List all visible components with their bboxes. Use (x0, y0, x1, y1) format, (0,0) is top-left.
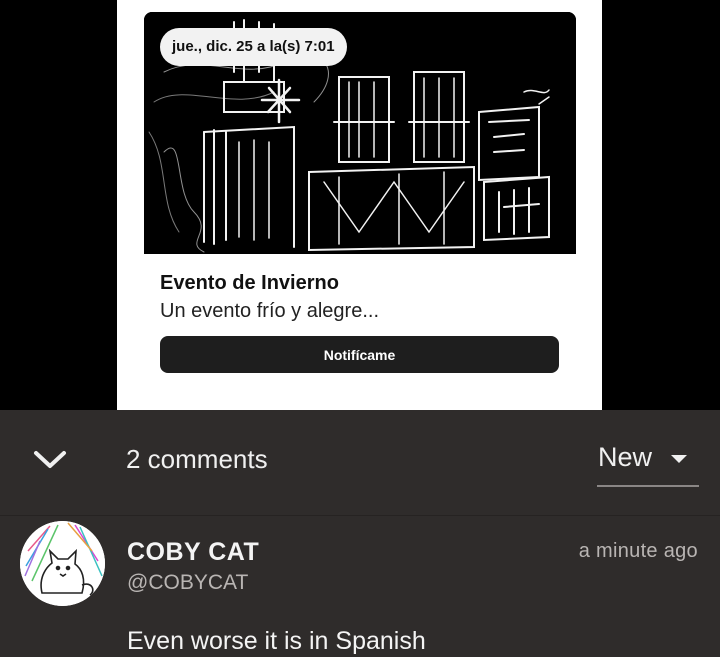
collapse-comments-button[interactable] (30, 442, 70, 478)
comments-sheet: 2 comments New COBY CAT @COBYCAT a minut… (0, 410, 720, 657)
avatar[interactable] (20, 521, 105, 606)
sort-select-label: New (598, 442, 653, 472)
comment-handle[interactable]: @COBYCAT (127, 571, 248, 595)
comment-item: COBY CAT @COBYCAT a minute ago Even wors… (0, 515, 720, 657)
event-date-badge: jue., dic. 25 a la(s) 7:01 (160, 28, 347, 66)
comment-author[interactable]: COBY CAT (127, 538, 259, 567)
comments-count: 2 comments (126, 444, 268, 474)
event-subtitle: Un evento frío y alegre... (160, 300, 380, 322)
event-title: Evento de Invierno (160, 272, 339, 294)
cat-avatar-icon (20, 521, 105, 606)
caret-down-icon (671, 455, 687, 463)
notify-button[interactable]: Notifícame (160, 336, 559, 373)
comment-text: Even worse it is in Spanish (127, 627, 426, 655)
comments-header: 2 comments New (0, 410, 720, 510)
event-area: jue., dic. 25 a la(s) 7:01 Evento de Inv… (0, 0, 720, 410)
chevron-down-icon (34, 451, 66, 468)
comment-timestamp: a minute ago (578, 540, 698, 562)
sort-select[interactable]: New (597, 440, 699, 487)
